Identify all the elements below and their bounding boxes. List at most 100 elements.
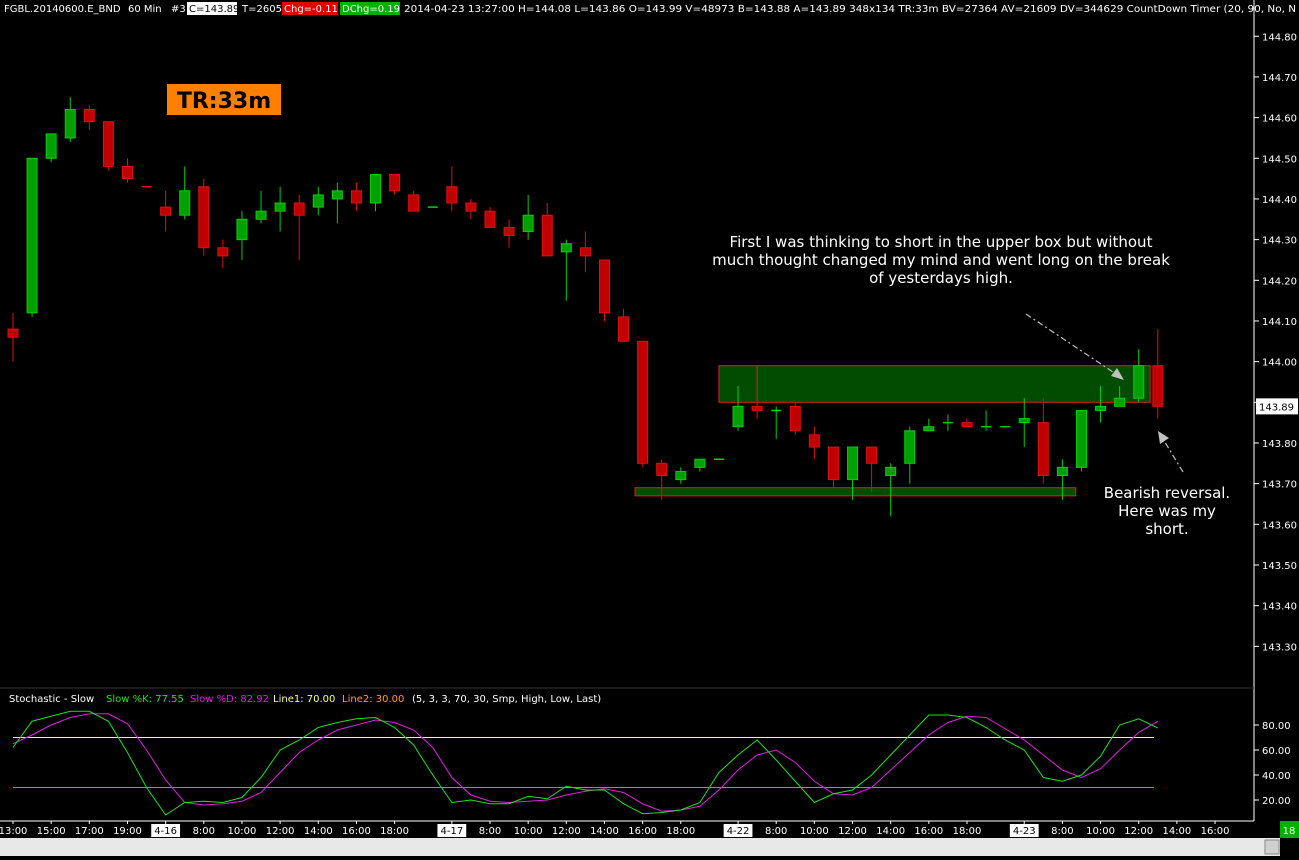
time-label: 4-22 <box>727 826 750 837</box>
candle-body <box>598 259 610 314</box>
candle <box>827 446 839 488</box>
candle <box>236 211 248 260</box>
stochastic-legend-item: Line1: 70.00 <box>273 694 335 705</box>
candle-body <box>198 186 210 249</box>
annotation-bottom-line: Here was my <box>1118 502 1216 520</box>
candle-body <box>26 157 38 314</box>
time-label: 16:00 <box>342 826 371 837</box>
time-label: 8:00 <box>1051 826 1073 837</box>
candle <box>1152 329 1164 419</box>
price-tick-label: 143.80 <box>1262 439 1297 450</box>
candle <box>45 133 57 163</box>
stochastic-d-line <box>12 713 1159 812</box>
candle <box>7 312 19 362</box>
time-label: 8:00 <box>479 826 501 837</box>
annotation-bottom-line: Bearish reversal. <box>1104 484 1230 502</box>
candle-body <box>1114 397 1126 407</box>
candle-body <box>656 462 668 477</box>
candle-body <box>370 174 382 204</box>
candle <box>560 239 572 301</box>
candle-body <box>522 214 534 232</box>
stochastic-tick-label: 80.00 <box>1262 721 1291 732</box>
candle <box>637 340 649 468</box>
annotation-bottom-line: short. <box>1145 520 1188 538</box>
price-tick-label: 144.20 <box>1262 276 1297 287</box>
candle-body <box>408 194 420 212</box>
candle-body <box>560 243 572 253</box>
candle-body <box>446 186 458 204</box>
header-symbol: FGBL.20140600.E_BND <box>4 4 121 15</box>
candle-body <box>637 340 649 464</box>
candle-body <box>255 210 267 220</box>
candle-body <box>484 210 496 228</box>
candle-body <box>465 202 477 212</box>
candle <box>808 426 820 460</box>
candle-body <box>827 446 839 481</box>
candle <box>541 203 553 257</box>
time-label: 4-23 <box>1013 826 1036 837</box>
candle <box>102 121 114 171</box>
last-price-label: 143.89 <box>1259 402 1294 413</box>
candle <box>503 219 515 248</box>
candle-body <box>45 133 57 159</box>
candle-body <box>1095 405 1107 411</box>
candle-body <box>312 194 324 208</box>
header-close: C=143.89 <box>189 4 239 15</box>
candle <box>675 467 687 484</box>
candle <box>866 446 878 492</box>
candle-body <box>274 202 286 212</box>
candle <box>942 414 953 431</box>
range-box <box>634 487 1077 497</box>
candle-body <box>1056 466 1068 477</box>
candle <box>598 259 610 321</box>
candle <box>923 418 935 432</box>
candle <box>331 182 343 224</box>
candle-body <box>694 458 706 468</box>
candle <box>121 158 133 183</box>
candle-body <box>160 206 172 216</box>
candle-body <box>789 405 801 432</box>
candle-body <box>236 218 248 241</box>
time-label: 4-16 <box>154 826 177 837</box>
candle-body <box>102 121 114 167</box>
candle <box>484 207 496 228</box>
time-label: 18:00 <box>953 826 982 837</box>
candle-body <box>179 190 191 216</box>
candle-body <box>1037 422 1049 477</box>
candle-body <box>847 446 859 481</box>
stochastic-legend-item: Slow %D: 82.92 <box>190 694 269 705</box>
candle-body <box>503 226 515 237</box>
price-tick-label: 144.30 <box>1262 236 1297 247</box>
candle <box>64 97 76 143</box>
stochastic-legend-item: Stochastic - Slow <box>9 694 94 705</box>
annotation-top-line: much thought changed my mind and went lo… <box>712 251 1170 269</box>
candle-body <box>732 405 744 428</box>
time-label: 15:00 <box>37 826 66 837</box>
candle <box>312 186 324 216</box>
time-label: 16:00 <box>628 826 657 837</box>
candle <box>789 402 801 435</box>
candle <box>618 308 630 342</box>
candle-body <box>331 190 343 200</box>
header-ticks: T=2605 <box>241 4 282 15</box>
stochastic-tick-label: 40.00 <box>1262 771 1291 782</box>
time-label: 19:00 <box>113 826 142 837</box>
candle-body <box>389 174 401 192</box>
header-details: 2014-04-23 13:27:00 H=144.08 L=143.86 O=… <box>404 4 1296 15</box>
stochastic-tick-label: 60.00 <box>1262 746 1291 757</box>
horizontal-scrollbar[interactable] <box>0 838 1280 856</box>
candle <box>446 166 458 212</box>
scrollbar-button[interactable] <box>1264 839 1280 855</box>
stochastic-legend-item: Slow %K: 77.55 <box>106 694 184 705</box>
time-label: 8:00 <box>193 826 215 837</box>
candle-body <box>217 247 229 257</box>
price-chart[interactable]: 144.80 144.70 144.60 144.50 144.40 144.30 144.… <box>0 0 1299 856</box>
candle <box>255 190 267 224</box>
candle-body <box>1133 365 1145 399</box>
price-tick-label: 143.70 <box>1262 480 1297 491</box>
time-label: 14:00 <box>876 826 905 837</box>
chart-window: 144.80 144.70 144.60 144.50 144.40 144.30 144.… <box>0 0 1299 856</box>
time-label: 18:00 <box>666 826 695 837</box>
price-tick-label: 144.70 <box>1262 73 1297 84</box>
candle <box>1018 398 1030 448</box>
